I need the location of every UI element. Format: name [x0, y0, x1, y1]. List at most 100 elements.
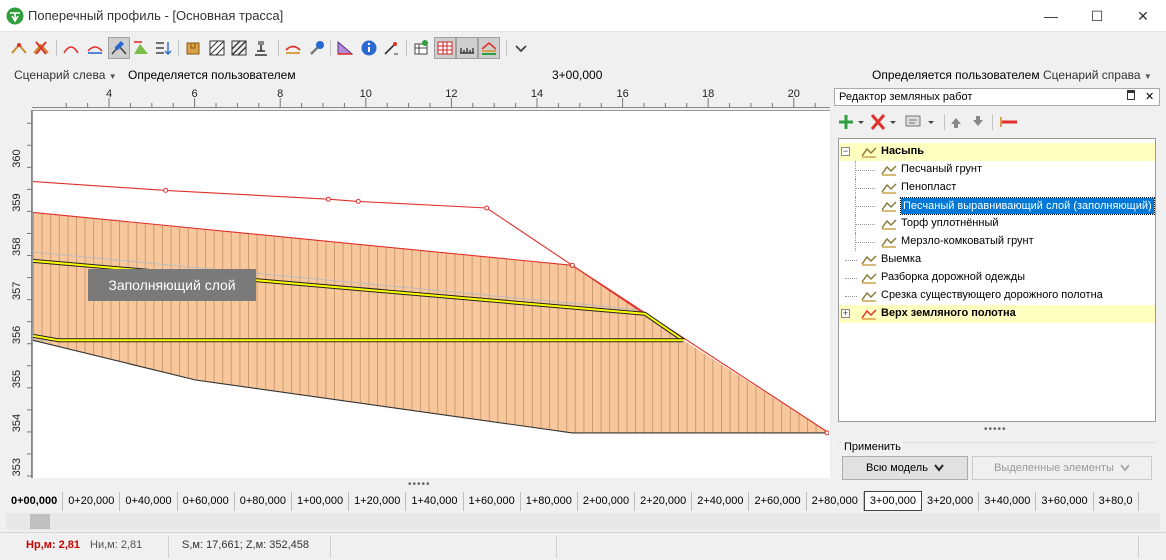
station-tab[interactable]: 2+20,000 — [635, 492, 693, 511]
design-vertex[interactable] — [355, 198, 361, 204]
tree-item-label: Срезка существующего дорожного полотна — [881, 289, 1103, 301]
triangle-button[interactable] — [334, 37, 356, 59]
panel-close-button[interactable]: ✕ — [1145, 90, 1154, 103]
delete-layer-button[interactable] — [870, 112, 900, 132]
hatch-alt-button[interactable] — [228, 37, 250, 59]
station-tab[interactable]: 2+80,000 — [807, 492, 864, 511]
left-scenario-label: Сценарий слева — [14, 68, 106, 82]
tree-item[interactable]: Выемка — [839, 251, 1155, 269]
layer-style-button[interactable] — [1000, 114, 1018, 130]
move-up-button[interactable] — [948, 114, 964, 130]
tree-item[interactable]: + Верх земляного полотна — [839, 305, 1155, 323]
tree-item[interactable]: Песчаный грунт — [839, 161, 1155, 179]
point-add-button[interactable] — [8, 37, 30, 59]
design-vertex[interactable] — [325, 196, 331, 202]
add-layer-button[interactable] — [838, 112, 868, 132]
station-tab[interactable]: 3+00,000 — [863, 491, 922, 511]
point-add-icon — [11, 43, 27, 54]
layer-button[interactable] — [282, 37, 304, 59]
station-tab[interactable]: 1+60,000 — [464, 492, 521, 511]
maximize-button[interactable]: ☐ — [1074, 0, 1120, 32]
layers-icon — [481, 41, 497, 55]
move-down-button[interactable] — [970, 114, 986, 130]
table-edit-button[interactable] — [410, 37, 432, 59]
station-tab[interactable]: 0+60,000 — [178, 492, 235, 511]
status-separator — [330, 536, 331, 558]
apply-all-model-button[interactable]: Всю модель — [842, 456, 968, 480]
station-tab[interactable]: 1+00,000 — [292, 492, 350, 511]
fill-vertex[interactable] — [569, 262, 575, 268]
station-tab[interactable]: 0+20,000 — [63, 492, 121, 511]
chevron-down-icon — [1120, 464, 1130, 472]
horizontal-splitter[interactable]: ••••• — [408, 479, 431, 490]
design-vertex[interactable] — [163, 187, 169, 193]
station-tab[interactable]: 1+20,000 — [349, 492, 407, 511]
tree-item[interactable]: Срезка существующего дорожного полотна — [839, 287, 1155, 305]
station-tab[interactable]: 3+40,000 — [979, 492, 1037, 511]
main-toolbar — [0, 32, 1166, 64]
arc-button[interactable] — [60, 37, 82, 59]
toolbar-separator — [56, 40, 57, 56]
layer-settings-button[interactable] — [904, 112, 938, 132]
x-tick-label: 20 — [788, 88, 800, 100]
tree-item[interactable]: Пенопласт — [839, 179, 1155, 197]
y-tick-label: 359 — [11, 193, 23, 211]
end-vertex[interactable] — [824, 430, 829, 436]
x-tick-label: 18 — [702, 88, 714, 100]
point-delete-button[interactable] — [30, 37, 52, 59]
cross-section-canvas[interactable]: Заполняющий слой — [32, 110, 830, 478]
right-scenario-dropdown[interactable]: Сценарий справа ▼ — [1043, 68, 1152, 82]
apply-selected-button[interactable]: Выделенные элементы — [972, 456, 1152, 480]
tree-item[interactable]: − Насыпь — [839, 143, 1155, 161]
box-button[interactable] — [182, 37, 204, 59]
pin-button[interactable] — [1127, 90, 1135, 103]
panel-splitter[interactable]: ••••• — [984, 424, 1007, 435]
stack-icon — [156, 42, 172, 55]
arc-top-button[interactable] — [84, 37, 106, 59]
station-tab[interactable]: 0+80,000 — [235, 492, 292, 511]
station-tab[interactable]: 3+60,000 — [1036, 492, 1094, 511]
design-vertex[interactable] — [484, 205, 490, 211]
hatch-alt-icon — [231, 40, 247, 56]
measure-button[interactable] — [380, 37, 402, 59]
more-toolbar-button[interactable] — [510, 37, 532, 59]
station-tab[interactable]: 2+40,000 — [692, 492, 750, 511]
info-button[interactable] — [358, 37, 380, 59]
horizontal-scrollbar[interactable] — [6, 513, 1160, 530]
close-button[interactable]: ✕ — [1120, 0, 1166, 32]
cross-section-chart[interactable]: Заполняющий слой — [33, 111, 829, 477]
layers-button[interactable] — [478, 37, 500, 59]
station-tab[interactable]: 1+80,000 — [521, 492, 578, 511]
ruler-button[interactable] — [456, 37, 478, 59]
embankment-fill[interactable] — [33, 212, 829, 433]
slope-button[interactable] — [130, 37, 152, 59]
tree-item[interactable]: Песчаный выравнивающий слой (заполняющий… — [839, 197, 1155, 215]
y-tick-label: 357 — [11, 282, 23, 300]
station-tab[interactable]: 0+00,000 — [6, 492, 64, 511]
hatch-button[interactable] — [206, 37, 228, 59]
profile-edit-button[interactable] — [108, 37, 130, 59]
scrollbar-thumb[interactable] — [30, 514, 50, 529]
station-tab[interactable]: 0+40,000 — [120, 492, 178, 511]
ruler-icon — [460, 48, 474, 54]
station-tab[interactable]: 2+00,000 — [578, 492, 636, 511]
tree-item[interactable]: Торф уплотнённый — [839, 215, 1155, 233]
grid-button[interactable] — [434, 37, 456, 59]
tree-item[interactable]: Разборка дорожной одежды — [839, 269, 1155, 287]
arrow-up-icon — [951, 118, 961, 128]
tree-item[interactable]: Мерзло-комковатый грунт — [839, 233, 1155, 251]
station-tab[interactable]: 3+20,000 — [922, 492, 980, 511]
collapse-icon[interactable]: − — [841, 147, 850, 156]
left-scenario-dropdown[interactable]: Сценарий слева ▼ — [14, 68, 117, 82]
layer-type-icon — [881, 237, 897, 248]
tools-button[interactable] — [306, 37, 328, 59]
station-tab[interactable]: 3+80,0 — [1094, 492, 1139, 511]
expand-icon[interactable]: + — [841, 309, 850, 318]
minimize-button[interactable]: — — [1028, 0, 1074, 32]
anchor-button[interactable] — [250, 37, 272, 59]
anchor-icon — [255, 41, 267, 56]
station-tab[interactable]: 2+60,000 — [749, 492, 807, 511]
stack-button[interactable] — [152, 37, 174, 59]
station-tab[interactable]: 1+40,000 — [406, 492, 464, 511]
earthworks-tree[interactable]: − Насыпь Песчаный грунт Пенопласт Песчаный в… — [838, 138, 1156, 422]
